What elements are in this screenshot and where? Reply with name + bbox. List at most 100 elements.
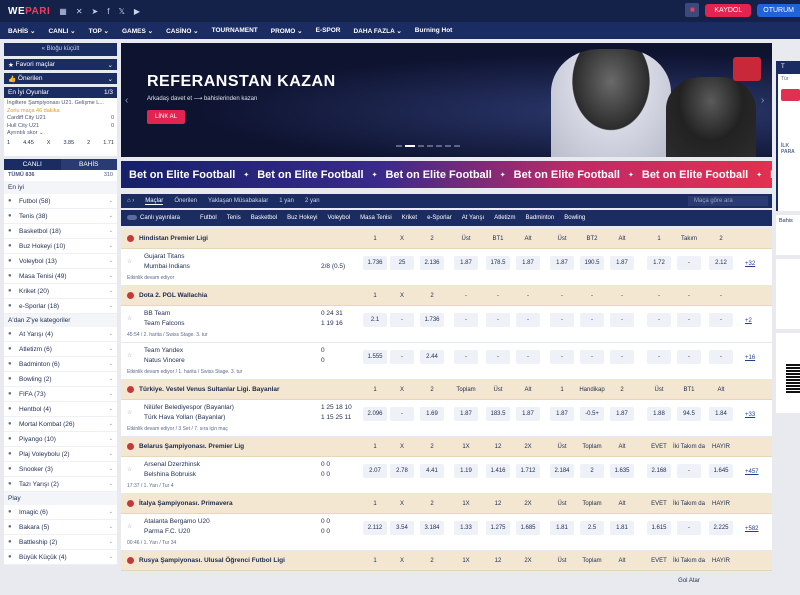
bet-slip-button[interactable] — [781, 89, 800, 101]
league-name[interactable]: Dota 2. PGL Wallachia — [139, 286, 207, 306]
odd-button[interactable]: 178.5 — [486, 256, 510, 270]
sport-filter-11[interactable]: Bowling — [564, 215, 585, 221]
tab-upcoming[interactable]: Yaklaşan Müsabakalar — [208, 198, 268, 204]
event-row[interactable]: ☆ BB Team Team Falcons 0 24 31 1 19 16 45:54 … — [121, 306, 772, 343]
odd-button[interactable]: 2.136 — [420, 256, 444, 270]
sport-filter-9[interactable]: Atletizm — [494, 215, 515, 221]
odd-button[interactable]: - — [390, 313, 414, 327]
odd-button[interactable]: 1.87 — [454, 256, 478, 270]
sidebar-sport-item[interactable]: ● e-Sporlar (18) ⌄ — [4, 299, 117, 314]
event-row[interactable]: ☆ Atalanta Bergamo U20 Parma F.C. U20 0 0 0 … — [121, 514, 772, 551]
star-icon[interactable]: ☆ — [127, 352, 132, 359]
odd-button[interactable]: 1.87 — [516, 407, 540, 421]
odd-button[interactable]: - — [390, 350, 414, 364]
odd-button[interactable]: 1.87 — [454, 407, 478, 421]
league-header[interactable]: Rusya Şampiyonası. Ulusal Öğrenci Futbol… — [121, 551, 772, 584]
favorites-section[interactable]: ★ Favori maçlar ⌄ — [4, 59, 117, 70]
more-markets-link[interactable]: +33 — [745, 412, 755, 418]
sport-filter-10[interactable]: Badminton — [526, 215, 555, 221]
sport-filter-5[interactable]: Masa Tenisi — [360, 215, 392, 221]
register-button[interactable]: KAYDOL — [705, 3, 752, 17]
star-icon[interactable]: ☆ — [127, 258, 132, 265]
odd-button[interactable]: 2 — [580, 464, 604, 478]
odd-button[interactable]: 1.81 — [550, 521, 574, 535]
featured-section[interactable]: 👍 Önerilen ⌄ — [4, 73, 117, 84]
odd-button[interactable]: 94.5 — [677, 407, 701, 421]
odd-button[interactable]: 1.69 — [420, 407, 444, 421]
more-markets-link[interactable]: +16 — [745, 355, 755, 361]
odd-button[interactable]: 1.87 — [610, 256, 634, 270]
top-games-section[interactable]: En İyi Oyunlar 1/3 — [4, 87, 117, 98]
app-download-panel[interactable] — [776, 333, 800, 413]
odd-button[interactable]: 2.12 — [709, 256, 733, 270]
get-link-button[interactable]: LİNK AL — [147, 110, 186, 124]
facebook-icon[interactable]: f — [107, 7, 109, 16]
odd-button[interactable]: - — [486, 350, 510, 364]
gift-icon[interactable]: ■ — [685, 3, 700, 17]
home-icon[interactable]: ⌂ › — [127, 198, 134, 204]
sidebar-sport-item[interactable]: ● Battleship (2) ⌄ — [4, 535, 117, 550]
league-name[interactable]: Belarus Şampiyonası. Premier Lig — [139, 437, 244, 457]
league-name[interactable]: İtalya Şampiyonası. Primavera — [139, 494, 233, 514]
collapse-block-button[interactable]: « Bloğu küçült — [4, 43, 117, 56]
sidebar-sport-item[interactable]: ● Snooker (3) ⌄ — [4, 462, 117, 477]
odd-button[interactable]: 2.07 — [363, 464, 387, 478]
odd-button[interactable]: 2.184 — [550, 464, 574, 478]
odd-button[interactable]: - — [677, 313, 701, 327]
tab-featured[interactable]: Önerilen — [174, 198, 197, 204]
odd-button[interactable]: - — [550, 313, 574, 327]
sport-filter-3[interactable]: Buz Hokeyi — [287, 215, 317, 221]
sidebar-sport-item[interactable]: ● Imagic (6) ⌄ — [4, 505, 117, 520]
odd-button[interactable]: 183.5 — [486, 407, 510, 421]
sidebar-sport-item[interactable]: ● Basketbol (18) ⌄ — [4, 224, 117, 239]
odd-button[interactable]: 3.54 — [390, 521, 414, 535]
qr-icon[interactable]: ▦ — [59, 7, 67, 16]
sidebar-sport-item[interactable]: ● Masa Tenisi (49) ⌄ — [4, 269, 117, 284]
nav-item[interactable]: PROMO ⌄ — [271, 27, 303, 35]
league-header[interactable]: Hindistan Premier Ligi 1 X 2 Üst BT1 Alt Üst BT2… — [121, 229, 772, 262]
nav-item[interactable]: CANLI ⌄ — [48, 27, 75, 35]
odd-button[interactable]: 2.1 — [363, 313, 387, 327]
nav-item[interactable]: TOP ⌄ — [89, 27, 109, 35]
sidebar-sport-item[interactable]: ● Tazı Yarışı (2) ⌄ — [4, 477, 117, 492]
odd-button[interactable]: - — [709, 350, 733, 364]
odd-button[interactable]: - — [516, 350, 540, 364]
tab-live[interactable]: CANLI — [4, 159, 61, 170]
odd-button[interactable]: 2.168 — [647, 464, 671, 478]
sidebar-sport-item[interactable]: ● Mortal Kombat (26) ⌄ — [4, 417, 117, 432]
star-icon[interactable]: ☆ — [127, 523, 132, 530]
event-row[interactable]: ☆ Team Yandex Natus Vincere 0 0 Etkinlik deva… — [121, 343, 772, 380]
sidebar-sport-item[interactable]: ● Tenis (38) ⌄ — [4, 209, 117, 224]
star-icon[interactable]: ☆ — [127, 409, 132, 416]
odd-button[interactable]: 1.416 — [486, 464, 510, 478]
odd-button[interactable]: - — [580, 350, 604, 364]
toggle-icon[interactable] — [127, 214, 137, 220]
odd-button[interactable]: 1.685 — [516, 521, 540, 535]
odd-button[interactable]: 1.87 — [550, 256, 574, 270]
league-header[interactable]: İtalya Şampiyonası. Primavera 1 X 2 1X 12 2X Üs… — [121, 494, 772, 527]
odd-button[interactable]: - — [454, 350, 478, 364]
nav-item[interactable]: E-SPOR — [316, 27, 341, 34]
odd-value[interactable]: 1.71 — [103, 140, 114, 148]
banner-next-arrow[interactable]: › — [761, 95, 764, 106]
odd-button[interactable]: 4.41 — [420, 464, 444, 478]
odd-button[interactable]: - — [610, 313, 634, 327]
odd-button[interactable]: 1.635 — [610, 464, 634, 478]
sidebar-sport-item[interactable]: ● Hentbol (4) ⌄ — [4, 402, 117, 417]
promo-banner[interactable]: ‹ › REFERANSTAN KAZAN Arkadaş davet et ⟶… — [121, 43, 772, 157]
odd-button[interactable]: - — [580, 313, 604, 327]
odd-button[interactable]: - — [486, 313, 510, 327]
odd-button[interactable]: 2.44 — [420, 350, 444, 364]
odd-button[interactable]: 2.78 — [390, 464, 414, 478]
nav-item[interactable]: TOURNAMENT — [212, 27, 258, 34]
event-row[interactable]: ☆ Nilüfer Belediyespor (Bayanlar) Türk Hav… — [121, 400, 772, 437]
odd-button[interactable]: 1.84 — [709, 407, 733, 421]
tab-1-side[interactable]: 1 yan — [279, 198, 294, 204]
more-markets-link[interactable]: +457 — [745, 469, 759, 475]
sport-filter-4[interactable]: Voleybol — [327, 215, 350, 221]
odd-button[interactable]: - — [610, 350, 634, 364]
banner-pagination[interactable] — [396, 145, 460, 147]
odd-button[interactable]: -0.5+ — [580, 407, 604, 421]
sidebar-sport-item[interactable]: ● Kriket (20) ⌄ — [4, 284, 117, 299]
more-markets-link[interactable]: +32 — [745, 261, 755, 267]
